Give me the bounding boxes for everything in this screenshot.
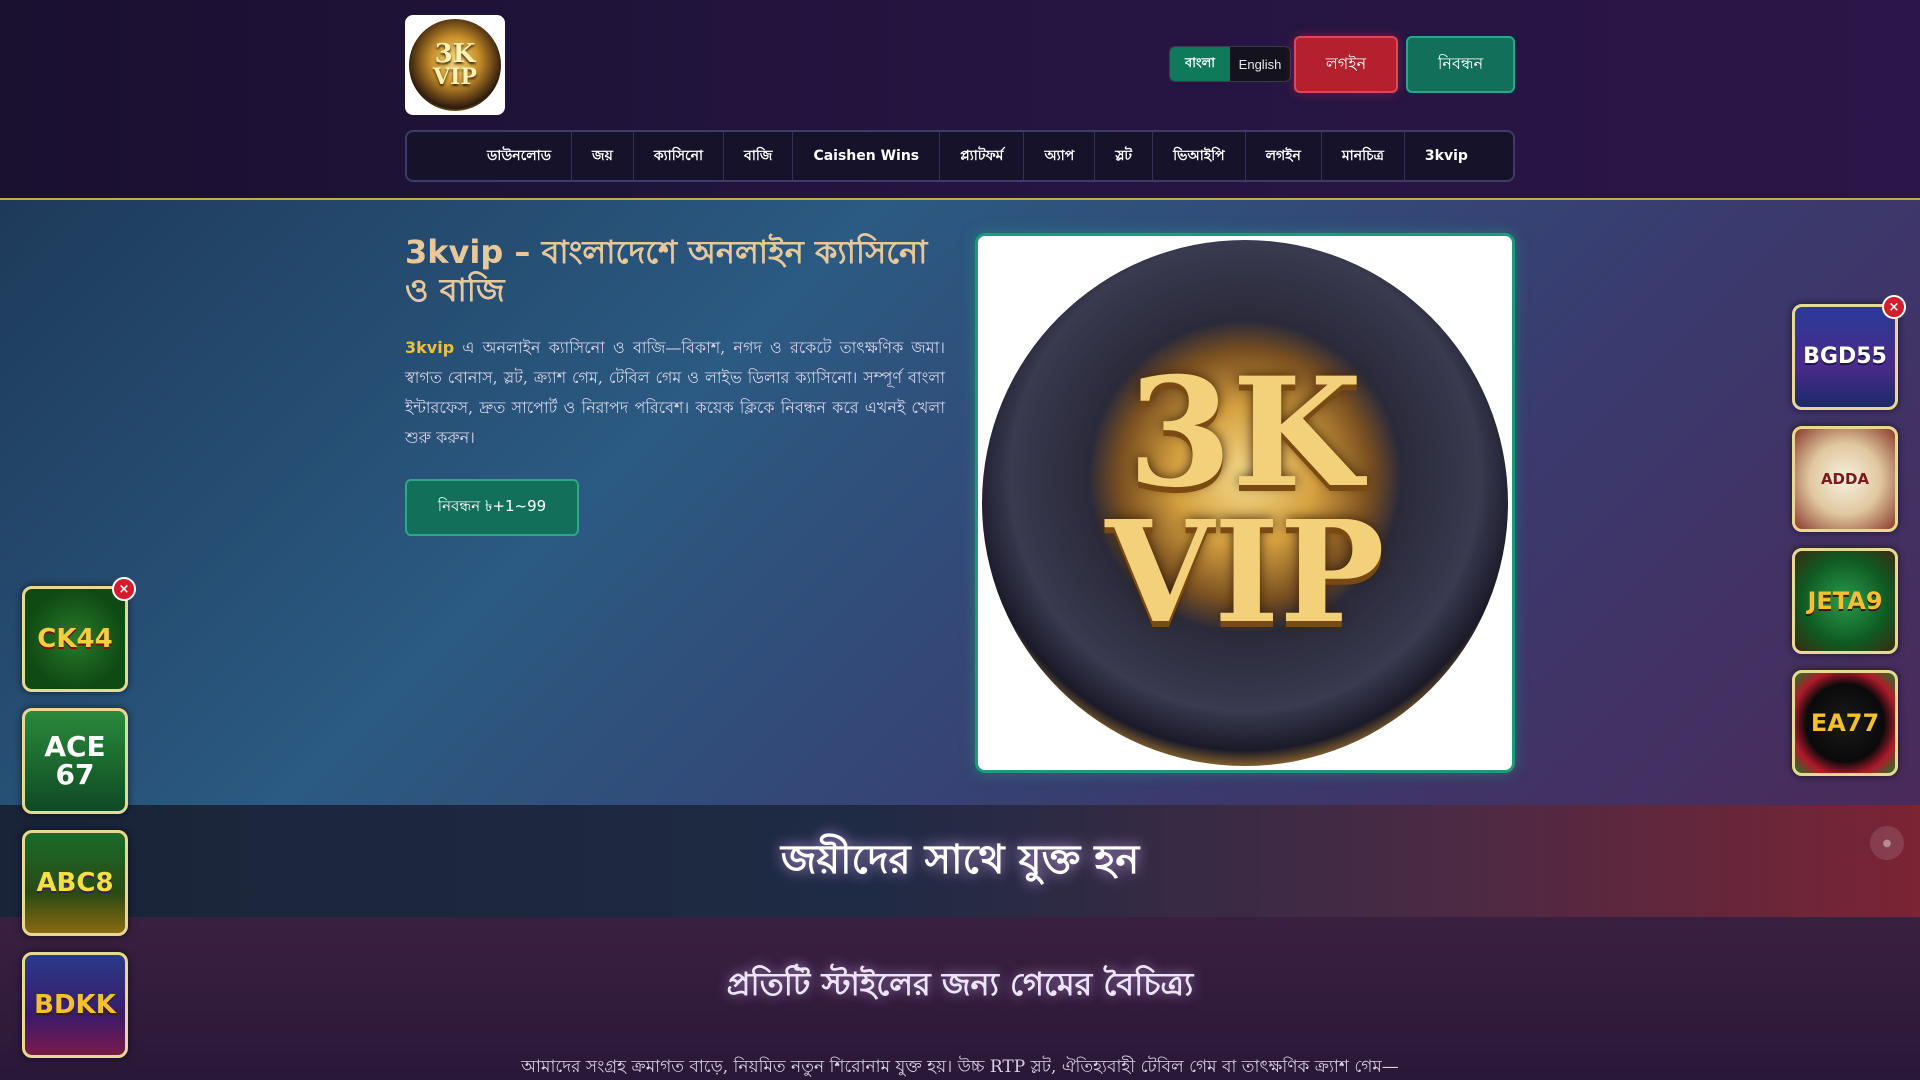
winners-banner: জয়ীদের সাথে যুক্ত হন ● bbox=[0, 805, 1920, 917]
floating-app-ck44[interactable]: CK44 bbox=[22, 586, 128, 692]
medal-text-vip: VIP bbox=[1105, 491, 1385, 655]
games-variety-section: প্রতিটি স্টাইলের জন্য গেমের বৈচিত্র্য আম… bbox=[0, 917, 1920, 1080]
floating-app-ace67[interactable]: ACE 67 bbox=[22, 708, 128, 814]
site-header: 3K VIP বাংলা English লগইন নিবন্ধন ডাউনলোড… bbox=[0, 0, 1920, 200]
nav-item-platform[interactable]: প্ল্যাটফর্ম bbox=[940, 132, 1025, 180]
logo-emblem: 3K VIP bbox=[409, 19, 501, 111]
hero-description: 3kvip এ অনলাইন ক্যাসিনো ও বাজি—বিকাশ, নগ… bbox=[405, 333, 945, 453]
vip-medal-graphic: 3K VIP bbox=[982, 240, 1508, 766]
hero-register-button[interactable]: নিবন্ধন ৳+1~99 bbox=[405, 479, 579, 536]
games-variety-text: আমাদের সংগ্রহ ক্রমাগত বাড়ে, নিয়মিত নতু… bbox=[521, 1057, 1399, 1077]
floating-app-bdkk[interactable]: BDKK bbox=[22, 952, 128, 1058]
nav-item-casino[interactable]: ক্যাসিনো bbox=[634, 132, 725, 180]
lang-bangla-option[interactable]: বাংলা bbox=[1170, 47, 1230, 81]
nav-item-download[interactable]: ডাউনলোড bbox=[467, 132, 573, 180]
nav-item-login[interactable]: লগইন bbox=[1246, 132, 1322, 180]
nav-item-3kvip[interactable]: 3kvip bbox=[1405, 132, 1488, 180]
hero-brand-name: 3kvip bbox=[405, 338, 455, 357]
hero-description-text: এ অনলাইন ক্যাসিনো ও বাজি—বিকাশ, নগদ ও রক… bbox=[405, 338, 945, 447]
games-variety-title: প্রতিটি স্টাইলের জন্য গেমের বৈচিত্র্য bbox=[726, 965, 1194, 1003]
nav-item-app[interactable]: অ্যাপ bbox=[1024, 132, 1096, 180]
main-navigation: ডাউনলোড জয় ক্যাসিনো বাজি Caishen Wins প… bbox=[405, 130, 1515, 182]
language-switcher: বাংলা English bbox=[1169, 46, 1291, 82]
nav-item-win[interactable]: জয় bbox=[572, 132, 634, 180]
winners-banner-title: জয়ীদের সাথে যুক্ত হন bbox=[780, 836, 1140, 883]
banner-watermark-icon: ● bbox=[1870, 826, 1904, 860]
medal-text-3k: 3K bbox=[1127, 345, 1363, 521]
nav-item-caishen-wins[interactable]: Caishen Wins bbox=[793, 132, 941, 180]
site-logo[interactable]: 3K VIP bbox=[405, 15, 505, 115]
login-button[interactable]: লগইন bbox=[1294, 36, 1398, 93]
floating-app-abc8[interactable]: ABC8 bbox=[22, 830, 128, 936]
lang-english-option[interactable]: English bbox=[1230, 47, 1290, 81]
hero-section bbox=[0, 200, 1920, 805]
nav-item-vip[interactable]: ভিআইপি bbox=[1153, 132, 1246, 180]
register-button[interactable]: নিবন্ধন bbox=[1406, 36, 1515, 93]
close-right-apps-button[interactable]: × bbox=[1882, 295, 1906, 319]
hero-banner-image: 3K VIP bbox=[975, 233, 1515, 773]
floating-app-bgd55[interactable]: BGD55 bbox=[1792, 304, 1898, 410]
close-left-apps-button[interactable]: × bbox=[112, 577, 136, 601]
hero-title: 3kvip – বাংলাদেশে অনলাইন ক্যাসিনো ও বাজি bbox=[405, 233, 928, 309]
floating-app-adda[interactable]: ADDA bbox=[1792, 426, 1898, 532]
nav-item-slot[interactable]: স্লট bbox=[1095, 132, 1154, 180]
floating-app-jeta9[interactable]: JETA9 bbox=[1792, 548, 1898, 654]
floating-app-ea77[interactable]: EA77 bbox=[1792, 670, 1898, 776]
nav-item-map[interactable]: মানচিত্র bbox=[1322, 132, 1405, 180]
nav-item-betting[interactable]: বাজি bbox=[724, 132, 794, 180]
